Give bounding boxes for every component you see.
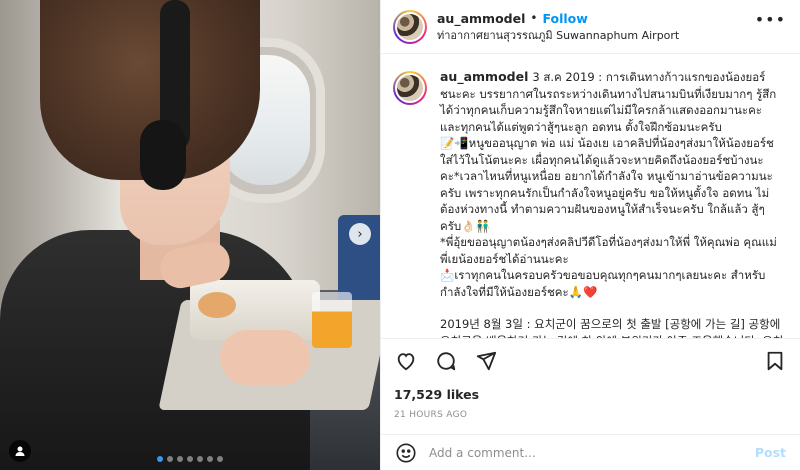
post-header: au_ammodel • Follow ท่าอากาศยานสุวรรณภูม… — [381, 0, 800, 54]
post-photo — [0, 0, 380, 470]
chevron-right-icon: › — [357, 226, 363, 242]
carousel-dot — [197, 456, 203, 462]
caption-line: *พี่อุ้ยขออนุญาตน้องๆส่งคลิปวีดีโอที่น้อ… — [440, 235, 777, 266]
carousel-dot — [217, 456, 223, 462]
heart-icon[interactable] — [394, 349, 418, 373]
instagram-post: › au_ammodel • Follow ท่าอากาศยานสุวรรณภ… — [0, 0, 800, 470]
avatar[interactable] — [393, 9, 427, 44]
separator: • — [530, 10, 538, 25]
caption-avatar[interactable] — [393, 71, 427, 105]
carousel-dot — [207, 456, 213, 462]
post-comment-button[interactable]: Post — [755, 445, 786, 460]
comment-icon[interactable] — [434, 349, 458, 373]
caption-text: au_ammodel 3 ส.ค 2019 : การเดินทางก้าวแรก… — [440, 69, 785, 338]
carousel-dot — [187, 456, 193, 462]
person-hand — [220, 330, 310, 385]
ellipsis-icon[interactable]: ••• — [755, 10, 786, 29]
header-username[interactable]: au_ammodel — [437, 10, 525, 27]
caption-line: 📩เราทุกคนในครอบครัวขอขอบคุณทุกๆคนมากๆเลย… — [440, 268, 766, 299]
next-slide-button[interactable]: › — [349, 223, 371, 245]
smiley-icon[interactable] — [395, 442, 417, 464]
caption-line: 2019년 8월 3일 : 요치군이 꿈으로의 첫 출발 [공항에 가는 길] … — [440, 317, 783, 338]
caption-area: au_ammodel 3 ส.ค 2019 : การเดินทางก้าวแรก… — [381, 55, 800, 338]
bookmark-icon[interactable] — [763, 349, 787, 373]
post-actions: 17,529 likes 21 HOURS AGO — [381, 338, 800, 420]
comment-input[interactable] — [429, 445, 755, 460]
caption-line: 📝📲หนูขออนุญาต พ่อ แม่ น้องเย เอาคลิปที่น… — [440, 136, 774, 233]
carousel-dot — [167, 456, 173, 462]
follow-button[interactable]: Follow — [542, 10, 587, 27]
carousel-indicator — [0, 456, 380, 462]
add-comment-bar: Post — [381, 434, 800, 470]
post-media[interactable]: › — [0, 0, 380, 470]
carousel-dot — [177, 456, 183, 462]
likes-count[interactable]: 17,529 likes — [394, 387, 787, 402]
orange-juice-cup — [312, 292, 352, 348]
post-details-panel: au_ammodel • Follow ท่าอากาศยานสุวรรณภูม… — [380, 0, 800, 470]
post-timestamp[interactable]: 21 HOURS AGO — [394, 410, 787, 420]
location-link[interactable]: ท่าอากาศยานสุวรรณภูมิ Suwannaphum Airpor… — [437, 27, 679, 44]
carousel-dot — [157, 456, 163, 462]
paper-plane-icon[interactable] — [474, 349, 498, 373]
caption-username[interactable]: au_ammodel — [440, 69, 528, 84]
